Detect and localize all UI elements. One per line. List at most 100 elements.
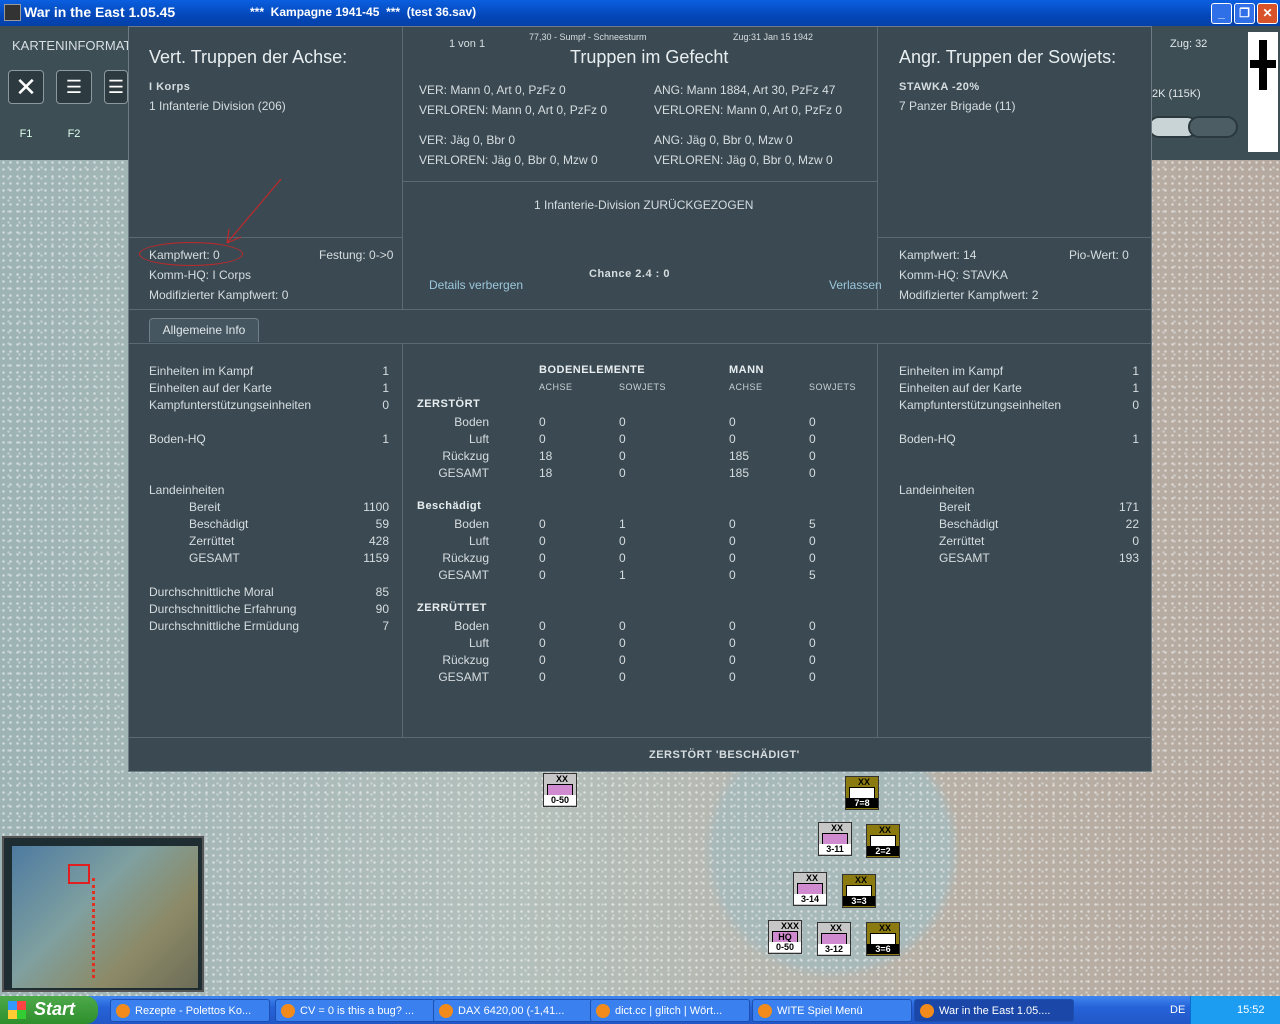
- stat-value: 1: [382, 432, 389, 446]
- table-group-header: ZERRÜTTET: [417, 602, 487, 614]
- table-cell: 0: [809, 619, 816, 633]
- axis-unit[interactable]: 1 Infanterie Division (206): [149, 99, 286, 113]
- table-cell: 0: [539, 534, 546, 548]
- taskbar-item[interactable]: War in the East 1.05....: [914, 999, 1074, 1022]
- stat-label: Boden-HQ: [149, 432, 206, 446]
- unit-size: XX: [806, 873, 819, 883]
- turn-counter: Zug: 32: [1170, 38, 1208, 50]
- table-row-label: GESAMT: [438, 568, 489, 582]
- toggle-off[interactable]: [1188, 116, 1238, 138]
- stat-value: 0: [1132, 534, 1139, 548]
- footer-status: ZERSTÖRT 'BESCHÄDIGT': [649, 749, 800, 761]
- taskbar-item[interactable]: WITE Spiel Menü: [752, 999, 912, 1022]
- axis-combat-value: Kampfwert: 0: [149, 248, 220, 262]
- stat-label: Beschädigt: [189, 517, 249, 531]
- unit-strength: 3=6: [867, 944, 899, 954]
- map-unit-counter[interactable]: XXX HQ 0-50: [768, 920, 802, 954]
- tab-general-info[interactable]: Allgemeine Info: [149, 318, 259, 342]
- system-tray: 15:52: [1190, 996, 1280, 1024]
- minimap[interactable]: [2, 836, 204, 992]
- map-unit-counter[interactable]: XX 3-11: [818, 822, 852, 856]
- soviet-unit[interactable]: 7 Panzer Brigade (11): [899, 99, 1016, 113]
- language-indicator[interactable]: DE: [1170, 996, 1185, 1024]
- f2-rail-icon[interactable]: F2: [56, 118, 92, 152]
- col-ground-elements: BODENELEMENTE: [539, 364, 646, 376]
- map-unit-counter[interactable]: XX 7=8: [845, 776, 879, 810]
- taskbar-item[interactable]: dict.cc | glitch | Wört...: [590, 999, 750, 1022]
- men-counter: 2K (115K): [1152, 88, 1201, 100]
- table-cell: 0: [619, 551, 626, 565]
- maximize-button[interactable]: ❐: [1234, 3, 1255, 24]
- unit-strength: 0-50: [769, 942, 801, 952]
- table-row-label: GESAMT: [438, 466, 489, 480]
- stat-label: Zerrüttet: [939, 534, 985, 548]
- minimize-button[interactable]: _: [1211, 3, 1232, 24]
- stat-value: 1: [1132, 364, 1139, 378]
- taskbar-item[interactable]: DAX 6420,00 (-1,41...: [433, 999, 593, 1022]
- table-cell: 0: [809, 449, 816, 463]
- map-unit-counter[interactable]: XX 3-14: [793, 872, 827, 906]
- table-cell: 0: [729, 653, 736, 667]
- table-cell: 5: [809, 517, 816, 531]
- map-unit-counter[interactable]: XX 3-12: [817, 922, 851, 956]
- table-cell: 0: [809, 432, 816, 446]
- close-x-icon[interactable]: ✕: [8, 70, 44, 104]
- axis-defender-title: Vert. Truppen der Achse:: [149, 47, 348, 67]
- table-cell: 18: [539, 449, 553, 463]
- battle-title: Truppen im Gefecht: [570, 47, 729, 67]
- table-row-label: Luft: [468, 636, 489, 650]
- table-cell: 0: [809, 551, 816, 565]
- unit-size: XX: [831, 823, 844, 833]
- stat-label: Einheiten auf der Karte: [149, 381, 272, 395]
- att-ang-2: ANG: Jäg 0, Bbr 0, Mzw 0: [654, 133, 793, 147]
- table-cell: 0: [539, 619, 546, 633]
- retreat-message: 1 Infanterie-Division ZURÜCKGEZOGEN: [534, 198, 754, 212]
- map-unit-counter[interactable]: XX 3=3: [842, 874, 876, 908]
- table-cell: 0: [729, 636, 736, 650]
- map-unit-counter[interactable]: XX 3=6: [866, 922, 900, 956]
- unit-size: XX: [556, 774, 569, 784]
- unit-strength: 0-50: [544, 795, 576, 805]
- taskbar-item[interactable]: Rezepte - Polettos Ko...: [110, 999, 270, 1022]
- unit-size: XXX: [781, 921, 800, 931]
- map-unit-counter[interactable]: XX 0-50: [543, 773, 577, 807]
- table-cell: 185: [729, 449, 750, 463]
- table-cell: 0: [619, 415, 626, 429]
- sub-axis-1: ACHSE: [539, 382, 573, 392]
- stat-value: 0: [1132, 398, 1139, 412]
- col-men: MANN: [729, 364, 764, 376]
- f1-move-icon[interactable]: F1: [8, 118, 44, 152]
- table-cell: 0: [539, 568, 546, 582]
- def-ver-2: VER: Jäg 0, Bbr 0: [419, 133, 516, 147]
- table-group-header: ZERSTÖRT: [417, 398, 481, 410]
- stat-label: Durchschnittliche Moral: [149, 585, 274, 599]
- map-unit-counter[interactable]: XX 2=2: [866, 824, 900, 858]
- report-icon[interactable]: ☰: [104, 70, 128, 104]
- stat-value: 1: [1132, 432, 1139, 446]
- table-cell: 0: [619, 432, 626, 446]
- soviet-pio: Pio-Wert: 0: [1069, 248, 1129, 262]
- chance-ratio: Chance 2.4 : 0: [589, 268, 670, 280]
- close-button[interactable]: ✕: [1257, 3, 1278, 24]
- table-cell: 0: [729, 670, 736, 684]
- sub-sov-2: SOWJETS: [809, 382, 857, 392]
- taskbar-item[interactable]: CV = 0 is this a bug? ...: [275, 999, 435, 1022]
- minimap-view[interactable]: [12, 846, 198, 988]
- stat-label: Einheiten auf der Karte: [899, 381, 1022, 395]
- soviet-mod-value: Modifizierter Kampfwert: 2: [899, 288, 1039, 302]
- red-arrow-annotation: [226, 178, 282, 244]
- unit-strength: 3=3: [843, 896, 875, 906]
- unit-list-icon[interactable]: ☰: [56, 70, 92, 104]
- unit-strength: 3-14: [794, 894, 826, 904]
- table-row-label: Rückzug: [442, 449, 489, 463]
- hide-details-link[interactable]: Details verbergen: [429, 278, 523, 292]
- table-cell: 0: [809, 415, 816, 429]
- leave-link[interactable]: Verlassen: [829, 278, 882, 292]
- axis-hq: Komm-HQ: I Corps: [149, 268, 252, 282]
- stat-value: 171: [1118, 500, 1139, 514]
- table-cell: 0: [619, 670, 626, 684]
- table-cell: 1: [619, 568, 626, 582]
- table-cell: 0: [619, 653, 626, 667]
- table-cell: 0: [729, 415, 736, 429]
- start-button[interactable]: Start: [0, 996, 98, 1024]
